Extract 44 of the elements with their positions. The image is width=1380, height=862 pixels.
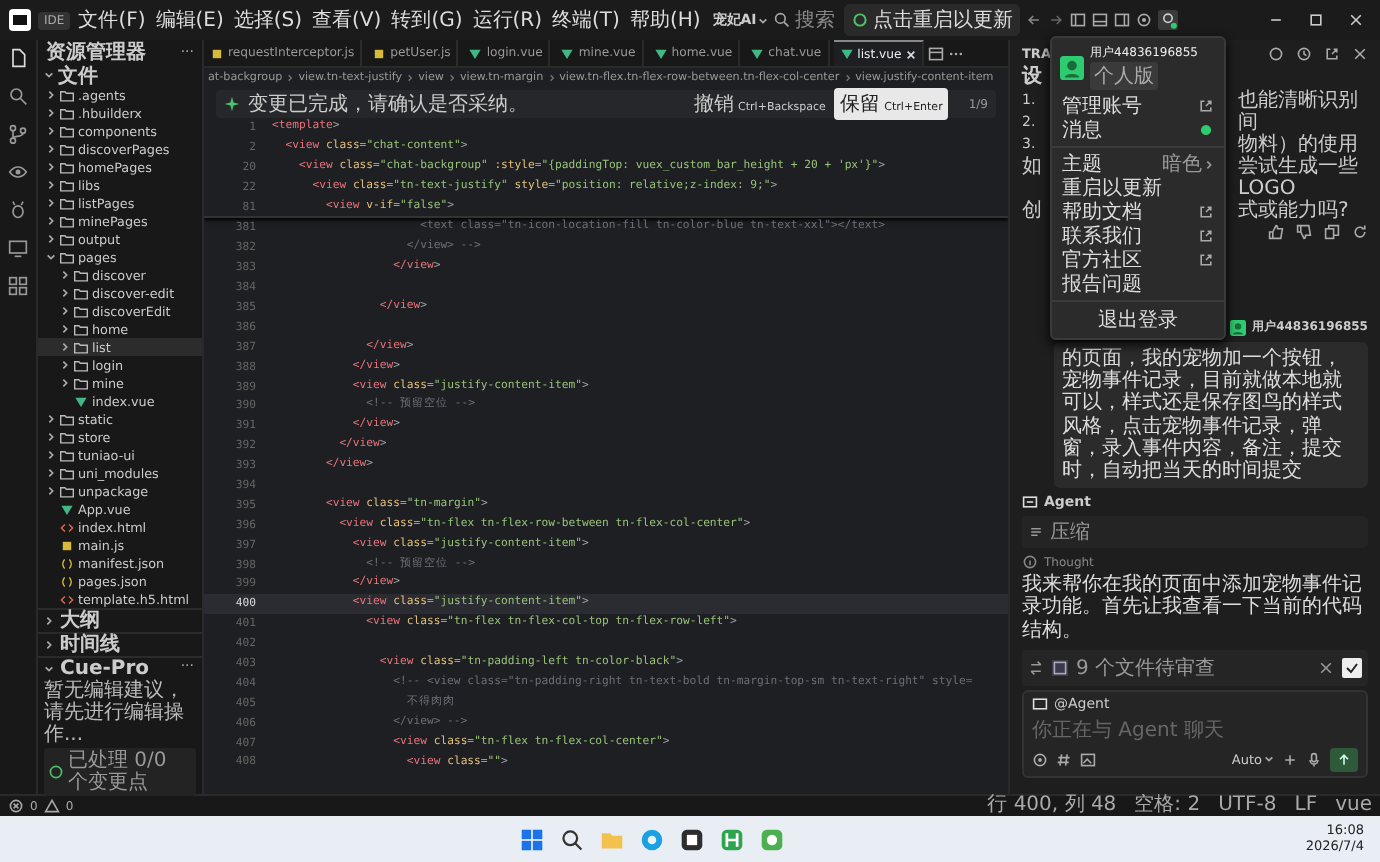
menu-item[interactable]: 转到(G) [389, 6, 465, 34]
message-text: 间 [1238, 112, 1258, 134]
status-item[interactable]: vue [1335, 796, 1372, 816]
menu-item[interactable]: 主题 暗色 [1052, 152, 1224, 176]
menu-item[interactable]: 帮助(H) [627, 6, 703, 34]
status-chip: 已处理 0/0 个变更点 [44, 748, 196, 796]
menu-item[interactable]: 查看(V) [310, 6, 384, 34]
menu-item[interactable]: 重启以更新 [1052, 176, 1224, 200]
message-text: 创 [1022, 200, 1042, 222]
plan-badge: 个人版 [1090, 62, 1158, 90]
compress-row[interactable]: 压缩 [1022, 516, 1368, 549]
user-message: 的页面，我的宠物加一个按钮，宠物事件记录，目前就做本地就可以，样式还是保存图鸟的样式风格，点击宠物事件记录，弹窗，录入事件内容，备注，提交时，自动把当天的时间提交 [1054, 342, 1368, 489]
status-item[interactable]: 空格: 2 [1134, 796, 1201, 816]
message-heading: 设 [1022, 66, 1042, 90]
status-item[interactable]: 行 400, 列 48 [987, 796, 1117, 816]
logout-button[interactable]: 退出登录 [1052, 306, 1224, 332]
panel-header[interactable]: 大纲 [38, 608, 202, 632]
menu-item[interactable]: 编辑(E) [153, 6, 226, 34]
menu-item[interactable]: 消息 [1052, 118, 1224, 142]
sidebar-title: 资源管理器 [46, 39, 146, 65]
menu-item[interactable]: 文件(F) [76, 6, 148, 34]
menu-item[interactable]: 终端(T) [550, 6, 622, 34]
status-item[interactable]: UTF-8 [1218, 796, 1277, 816]
menu-item[interactable]: 官方社区 [1052, 248, 1224, 272]
menu-item[interactable]: 联系我们 [1052, 224, 1224, 248]
panel-header[interactable]: 时间线 [38, 632, 202, 656]
message-text: 式或能力吗? [1238, 200, 1349, 222]
menu-item[interactable]: 运行(R) [470, 6, 545, 34]
change-notice: 变更已完成，请确认是否采纳。 [248, 91, 530, 118]
agent-reply: 我来帮你在我的页面中添加宠物事件记录功能。首先让我查看一下当前的代码结构。 [1022, 574, 1364, 642]
section-header[interactable]: 文件 [38, 64, 202, 86]
theme-value: 暗色 [1162, 151, 1202, 178]
menu-item[interactable]: 报告问题 [1052, 272, 1224, 296]
update-button[interactable]: 点击重启以更新 [844, 4, 1021, 36]
message-text: 也能清晰识别 [1238, 90, 1358, 112]
status-item[interactable]: LF [1294, 796, 1318, 816]
menu-item[interactable]: 管理账号 [1052, 94, 1224, 118]
empty-message: 暂无编辑建议，请先进行编辑操作... [44, 680, 186, 746]
menu-item[interactable]: 帮助文档 [1052, 200, 1224, 224]
message-text: 尝试生成一些LOGO [1238, 156, 1360, 200]
search-field[interactable]: 搜索 [774, 9, 839, 31]
message-text: 物料）的使用 [1238, 134, 1358, 156]
message-text: 如 [1022, 156, 1042, 178]
menu-item[interactable]: 选择(S) [231, 6, 305, 34]
